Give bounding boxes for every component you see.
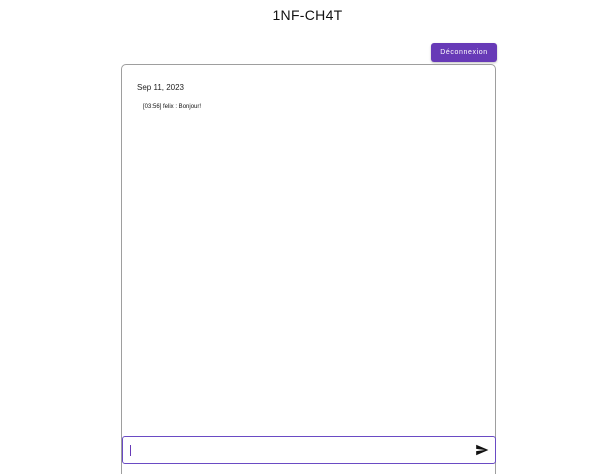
message-item: [03:56] felix : Bonjour! [143, 104, 202, 110]
message-list: [03:56] felix : Bonjour! [143, 103, 485, 112]
send-icon [476, 444, 489, 456]
message-composer [122, 436, 496, 464]
page: 1NF-CH4T Déconnexion Sep 11, 2023 [03:56… [0, 0, 615, 474]
text-cursor [130, 445, 131, 456]
message-input[interactable] [123, 437, 463, 463]
send-button[interactable] [473, 441, 491, 459]
logout-button[interactable]: Déconnexion [431, 43, 497, 62]
chat-panel: Sep 11, 2023 [03:56] felix : Bonjour! [121, 64, 496, 474]
app-title: 1NF-CH4T [272, 7, 343, 23]
date-header: Sep 11, 2023 [137, 83, 185, 92]
